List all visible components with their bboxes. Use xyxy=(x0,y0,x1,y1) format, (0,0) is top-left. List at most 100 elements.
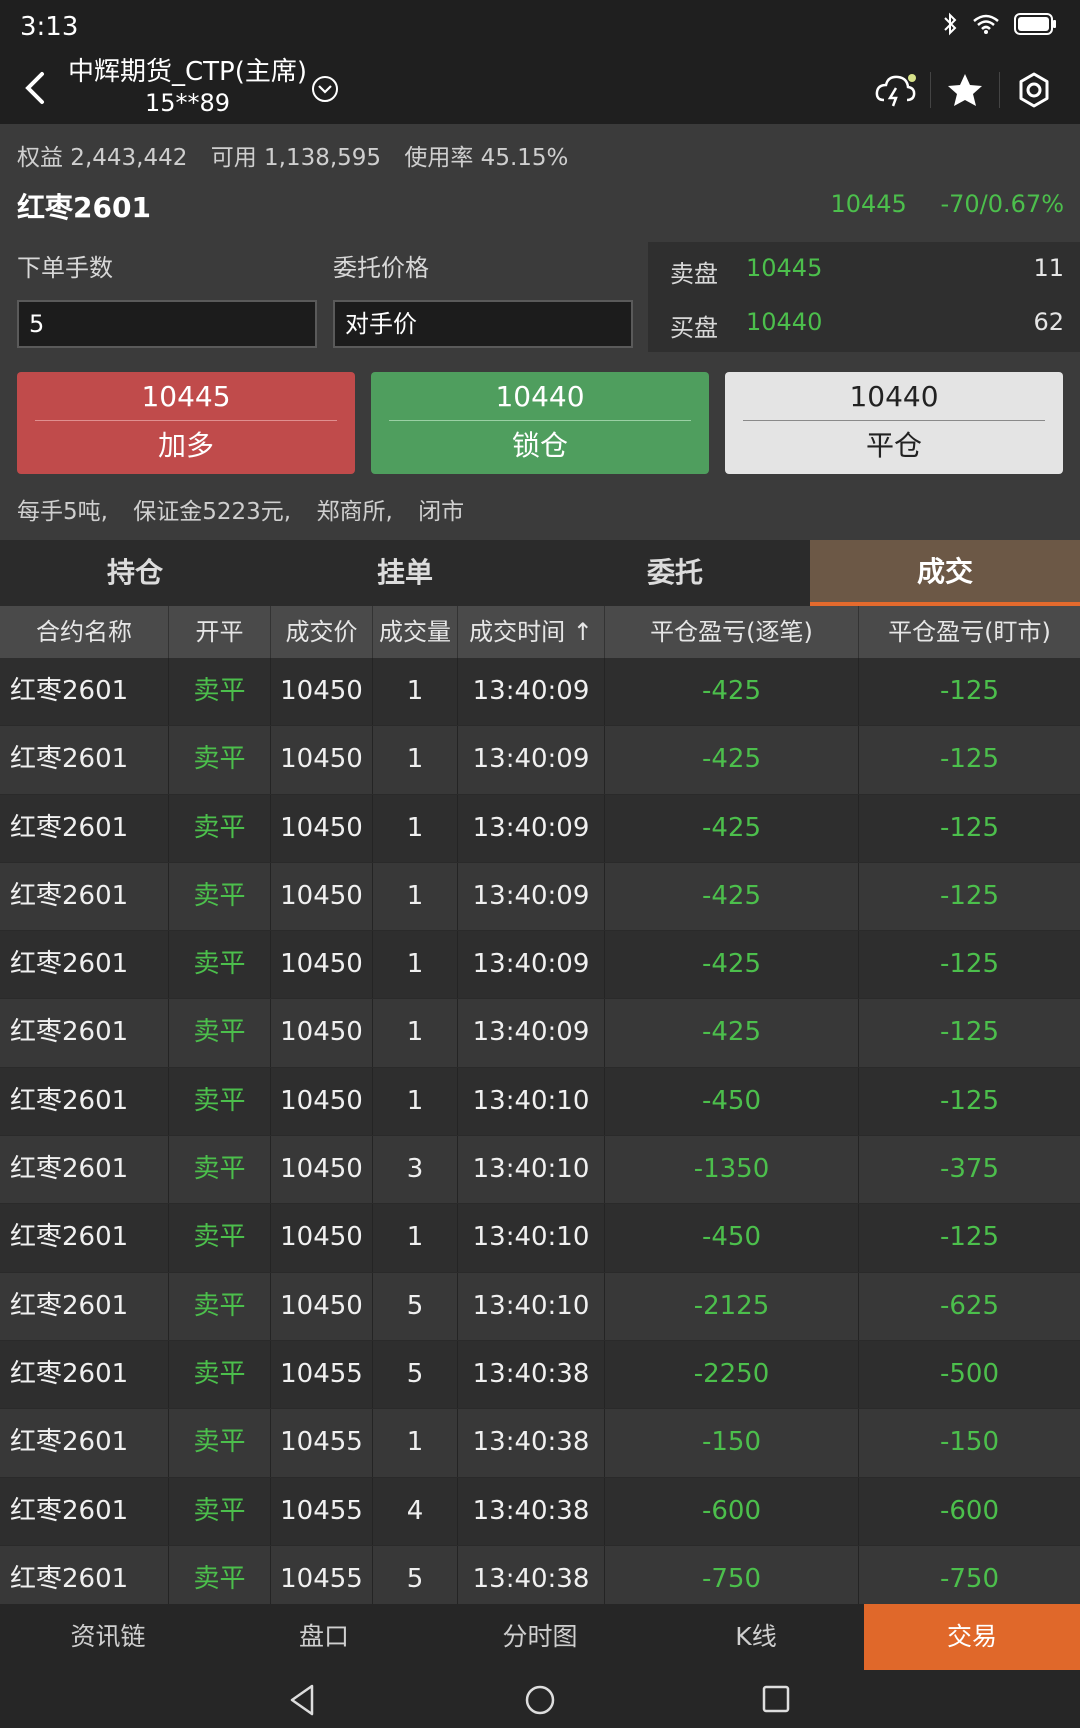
favorite-button[interactable] xyxy=(933,64,997,116)
table-row[interactable]: 红枣2601 卖平 10455 5 13:40:38 -2250 -500 xyxy=(0,1340,1080,1410)
cell-open-close: 卖平 xyxy=(169,1204,271,1272)
qty-input[interactable]: 5 xyxy=(17,300,317,348)
bluetooth-icon xyxy=(944,12,957,36)
ask-row[interactable]: 卖盘 10445 11 xyxy=(648,242,1080,296)
cell-pnl-per-trade: -425 xyxy=(605,931,859,999)
col-price[interactable]: 成交价 xyxy=(271,606,373,658)
cell-price: 10450 xyxy=(271,726,373,794)
cell-volume: 1 xyxy=(373,862,458,931)
cell-time: 13:40:09 xyxy=(458,658,605,726)
cell-contract: 红枣2601 xyxy=(0,999,169,1067)
account-id: 15**89 xyxy=(144,89,231,117)
col-volume[interactable]: 成交量 xyxy=(373,606,458,658)
col-contract[interactable]: 合约名称 xyxy=(0,606,169,658)
table-row[interactable]: 红枣2601 卖平 10450 1 13:40:09 -425 -125 xyxy=(0,726,1080,795)
status-bar: 3:13 xyxy=(0,0,1080,54)
cell-time: 13:40:09 xyxy=(458,726,605,794)
cell-volume: 3 xyxy=(373,1136,458,1204)
nav-trade[interactable]: 交易 xyxy=(864,1604,1080,1670)
nav-kline[interactable]: K线 xyxy=(648,1604,864,1670)
status-time: 3:13 xyxy=(20,12,79,42)
table-row[interactable]: 红枣2601 卖平 10450 1 13:40:09 -425 -125 xyxy=(0,999,1080,1068)
ask-volume: 11 xyxy=(1033,254,1064,282)
nav-intraday[interactable]: 分时图 xyxy=(432,1604,648,1670)
divider xyxy=(999,72,1000,108)
tab-trades[interactable]: 成交 xyxy=(810,540,1080,606)
equity: 权益 2,443,442 xyxy=(17,145,188,171)
cell-contract: 红枣2601 xyxy=(0,1340,169,1409)
table-row[interactable]: 红枣2601 卖平 10450 1 13:40:09 -425 -125 xyxy=(0,794,1080,863)
back-icon[interactable] xyxy=(14,66,58,110)
lot-size: 每手5吨, xyxy=(17,499,108,525)
account-selector[interactable]: 中辉期货_CTP(主席) 15**89 xyxy=(68,56,307,118)
cell-time: 13:40:09 xyxy=(458,862,605,931)
cell-pnl-mark: -375 xyxy=(939,1154,999,1185)
cell-price: 10455 xyxy=(271,1409,373,1477)
cell-time: 13:40:38 xyxy=(458,1409,605,1477)
nav-back-icon[interactable] xyxy=(284,1682,324,1718)
cell-pnl-per-trade: -425 xyxy=(605,726,859,794)
nav-home-icon[interactable] xyxy=(520,1682,560,1718)
col-open-close[interactable]: 开平 xyxy=(169,606,271,658)
cloud-lightning-button[interactable] xyxy=(864,64,928,116)
title-bar: 中辉期货_CTP(主席) 15**89 xyxy=(0,54,1080,124)
cell-pnl-mark: -125 xyxy=(939,880,999,911)
nav-news[interactable]: 资讯链 xyxy=(0,1604,216,1670)
account-summary: 权益 2,443,442 可用 1,138,595 使用率 45.15% xyxy=(17,138,584,172)
cell-volume: 5 xyxy=(373,1545,458,1604)
table-row[interactable]: 红枣2601 卖平 10455 4 13:40:38 -600 -600 xyxy=(0,1477,1080,1546)
cell-pnl-mark: -150 xyxy=(939,1427,999,1458)
cell-contract: 红枣2601 xyxy=(0,931,169,999)
cell-time: 13:40:09 xyxy=(458,999,605,1067)
cell-pnl-per-trade: -600 xyxy=(605,1477,859,1545)
tab-orders[interactable]: 委托 xyxy=(540,540,810,606)
ask-label: 卖盘 xyxy=(670,260,718,288)
col-pnl-per-trade[interactable]: 平仓盈亏(逐笔) xyxy=(605,606,859,658)
col-pnl-mark[interactable]: 平仓盈亏(盯市) xyxy=(859,606,1080,658)
table-row[interactable]: 红枣2601 卖平 10450 5 13:40:10 -2125 -625 xyxy=(0,1272,1080,1341)
cell-volume: 1 xyxy=(373,999,458,1067)
cell-contract: 红枣2601 xyxy=(0,1204,169,1272)
bid-row[interactable]: 买盘 10440 62 xyxy=(648,296,1080,350)
table-row[interactable]: 红枣2601 卖平 10455 5 13:40:38 -750 -750 xyxy=(0,1545,1080,1604)
nav-recents-icon[interactable] xyxy=(756,1682,796,1718)
order-book: 卖盘 10445 11 买盘 10440 62 xyxy=(648,242,1080,352)
table-row[interactable]: 红枣2601 卖平 10450 1 13:40:09 -425 -125 xyxy=(0,931,1080,1000)
cell-pnl-per-trade: -150 xyxy=(605,1409,859,1477)
cell-volume: 1 xyxy=(373,1204,458,1272)
market-state: 闭市 xyxy=(418,499,465,525)
wifi-icon xyxy=(973,14,999,34)
price-type-input[interactable]: 对手价 xyxy=(333,300,633,348)
cell-pnl-mark: -125 xyxy=(939,812,999,843)
account-name: 中辉期货_CTP(主席) xyxy=(68,57,308,87)
cell-open-close: 卖平 xyxy=(169,1136,271,1204)
cell-volume: 1 xyxy=(373,726,458,794)
col-time[interactable]: 成交时间 ↑ xyxy=(458,606,605,658)
table-row[interactable]: 红枣2601 卖平 10450 1 13:40:09 -425 -125 xyxy=(0,862,1080,932)
price-label: 委托价格 xyxy=(333,254,429,282)
table-header: 合约名称 开平 成交价 成交量 成交时间 ↑ 平仓盈亏(逐笔) 平仓盈亏(盯市) xyxy=(0,606,1080,658)
close-position-button[interactable]: 10440 平仓 xyxy=(725,372,1063,474)
cell-volume: 5 xyxy=(373,1340,458,1409)
tab-positions[interactable]: 持仓 xyxy=(0,540,270,606)
table-row[interactable]: 红枣2601 卖平 10450 1 13:40:09 -425 -125 xyxy=(0,658,1080,727)
cell-volume: 4 xyxy=(373,1477,458,1545)
chevron-down-icon[interactable] xyxy=(310,74,340,104)
tab-pending[interactable]: 挂单 xyxy=(270,540,540,606)
lock-position-button[interactable]: 10440 锁仓 xyxy=(371,372,709,474)
cell-contract: 红枣2601 xyxy=(0,862,169,931)
cell-pnl-per-trade: -425 xyxy=(605,658,859,726)
table-row[interactable]: 红枣2601 卖平 10450 3 13:40:10 -1350 -375 xyxy=(0,1136,1080,1205)
instrument-name[interactable]: 红枣2601 xyxy=(17,186,151,226)
settings-button[interactable] xyxy=(1002,64,1066,116)
nav-quote[interactable]: 盘口 xyxy=(216,1604,432,1670)
buy-open-button[interactable]: 10445 加多 xyxy=(17,372,355,474)
cell-contract: 红枣2601 xyxy=(0,794,169,862)
table-row[interactable]: 红枣2601 卖平 10450 1 13:40:10 -450 -125 xyxy=(0,1204,1080,1273)
table-row[interactable]: 红枣2601 卖平 10455 1 13:40:38 -150 -150 xyxy=(0,1409,1080,1478)
cell-contract: 红枣2601 xyxy=(0,1067,169,1136)
table-row[interactable]: 红枣2601 卖平 10450 1 13:40:10 -450 -125 xyxy=(0,1067,1080,1137)
cell-contract: 红枣2601 xyxy=(0,658,169,726)
bid-price: 10440 xyxy=(746,308,823,336)
cell-time: 13:40:38 xyxy=(458,1545,605,1604)
